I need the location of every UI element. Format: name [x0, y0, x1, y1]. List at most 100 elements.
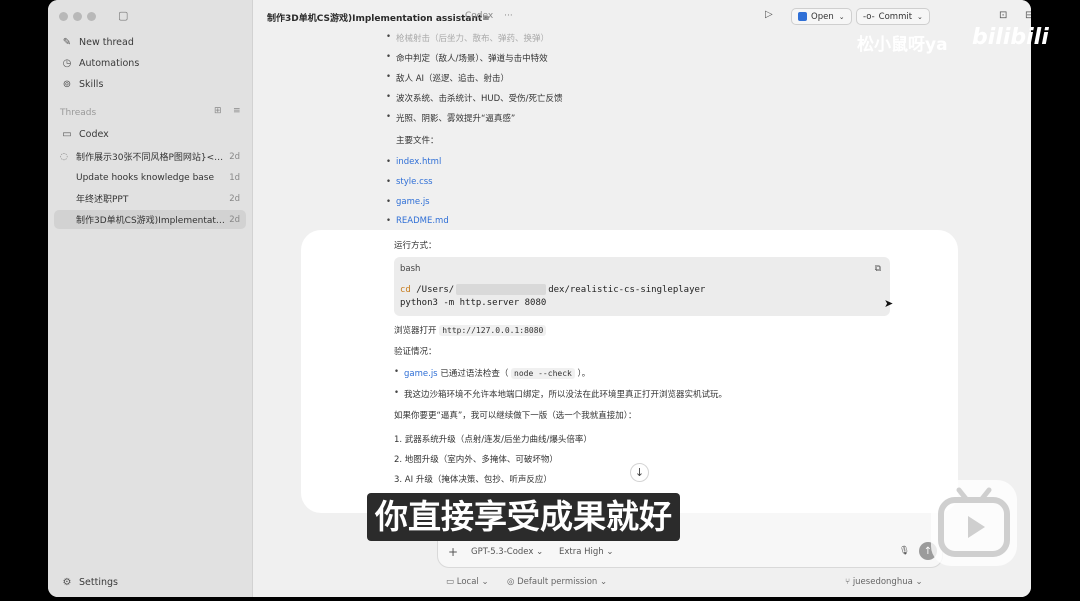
- chevron-down-icon: ⌄: [838, 12, 845, 21]
- list-item: 我这边沙箱环境不允许本地端口绑定，所以没法在此环境里真正打开浏览器实机试玩。: [394, 388, 727, 400]
- list-item: 命中判定（敌人/场景）、弹道与击中特效: [386, 52, 548, 64]
- filter-icon[interactable]: ≡: [233, 106, 241, 116]
- open-button[interactable]: Open ⌄: [791, 8, 852, 25]
- thread-title-heading: 制作3D单机CS游戏)Implementation assistant=: [267, 14, 490, 24]
- followup-text: 如果你要更“逼真”，我可以继续做下一版（选一个我就直接加）：: [394, 411, 637, 421]
- scroll-down-button[interactable]: ↓: [630, 463, 649, 482]
- list-item: 敌人 AI（巡逻、追击、射击）: [386, 72, 509, 84]
- code-keyword: cd: [400, 285, 411, 295]
- list-item: 光照、阴影、雾效提升“逼真感”: [386, 112, 515, 124]
- file-link[interactable]: game.js: [386, 197, 429, 207]
- new-thread-button[interactable]: ✎ New thread: [56, 32, 246, 52]
- sidebar-toggle-icon[interactable]: ▢: [118, 9, 128, 22]
- settings-button[interactable]: ⚙ Settings: [56, 572, 246, 592]
- new-thread-label: New thread: [79, 36, 134, 48]
- thread-age: 1d: [229, 172, 240, 183]
- project-label: Codex: [79, 128, 109, 140]
- zoom-callout: 运行方式： bash ⧉ cd /Users/dex/realistic-cs-…: [301, 230, 958, 513]
- browser-open-line: 浏览器打开 http://127.0.0.1:8080: [394, 324, 547, 336]
- project-codex[interactable]: ▭ Codex: [56, 124, 246, 144]
- environment-selector[interactable]: ▭ Local ⌄: [446, 577, 489, 587]
- code-text: dex/realistic-cs-singleplayer: [548, 285, 706, 295]
- files-heading: 主要文件：: [396, 136, 439, 146]
- file-link[interactable]: index.html: [386, 157, 441, 167]
- option-item: 2. 地图升级（室内外、多掩体、可破坏物）: [394, 455, 558, 465]
- permission-selector[interactable]: ◎ Default permission ⌄: [507, 577, 607, 587]
- skills-label: Skills: [79, 78, 104, 90]
- commit-button[interactable]: -o- Commit ⌄: [856, 8, 930, 25]
- sidebar: ▢ ✎ New thread ◷ Automations ⊚ Skills Th…: [48, 0, 253, 597]
- url-code: http://127.0.0.1:8080: [439, 325, 547, 336]
- watermark: 松小鼠呀ya: [857, 35, 948, 55]
- branch-selector[interactable]: ⑂ juesedonghua ⌄: [845, 577, 923, 587]
- verify-text: ）。: [577, 369, 591, 379]
- code-language: bash: [400, 264, 421, 274]
- window-close-button[interactable]: [59, 12, 68, 21]
- loading-spinner-icon: ◌: [60, 151, 68, 162]
- copy-icon[interactable]: ⧉: [875, 264, 881, 274]
- code-block: bash ⧉ cd /Users/dex/realistic-cs-single…: [394, 257, 890, 316]
- automations-label: Automations: [79, 57, 140, 69]
- add-icon[interactable]: +: [448, 545, 458, 559]
- top-bar: 制作3D单机CS游戏)Implementation assistant= Cod…: [253, 0, 1031, 32]
- browser-open-text: 浏览器打开: [394, 326, 437, 336]
- folder-icon: ▭: [62, 128, 72, 140]
- app-name: Codex ···: [465, 11, 513, 21]
- bilibili-tv-icon: [931, 480, 1017, 566]
- diff-icon[interactable]: ⊟: [1025, 10, 1031, 21]
- thread-item[interactable]: Update hooks knowledge base 1d: [54, 168, 246, 187]
- skills-button[interactable]: ⊚ Skills: [56, 74, 246, 94]
- terminal-icon[interactable]: ⊡: [999, 10, 1007, 21]
- thread-item[interactable]: 年终述职PPT 2d: [54, 189, 246, 208]
- file-link[interactable]: game.js: [404, 369, 438, 379]
- thread-title: 制作3D单机CS游戏)Implementati...: [76, 216, 226, 226]
- app-name-label: Codex: [465, 11, 494, 21]
- open-label: Open: [811, 11, 834, 22]
- list-item: 枪械射击（后坐力、散布、弹药、换弹）: [386, 32, 549, 44]
- thread-title: 制作展示30张不同风格P图网站}<!...: [76, 153, 226, 163]
- command-code: node --check: [511, 368, 575, 379]
- redacted-block: [456, 284, 547, 295]
- window-zoom-button[interactable]: [87, 12, 96, 21]
- chevron-down-icon: ⌄: [917, 12, 923, 21]
- thread-item-active[interactable]: 制作3D单机CS游戏)Implementati... 2d: [54, 210, 246, 229]
- video-subtitle: 你直接享受成果就好: [367, 493, 680, 541]
- list-item: game.js 已通过语法检查（ node --check ）。: [394, 367, 591, 379]
- thread-age: 2d: [229, 214, 240, 225]
- code-text: /Users/: [416, 285, 455, 295]
- option-item: 1. 武器系统升级（点射/连发/后坐力曲线/爆头倍率）: [394, 435, 592, 445]
- option-item: 3. AI 升级（掩体决策、包抄、听声反应）: [394, 475, 552, 485]
- model-selector[interactable]: GPT-5.3-Codex ⌄: [471, 547, 543, 557]
- code-line: cd /Users/dex/realistic-cs-singleplayer: [400, 284, 705, 295]
- new-folder-icon[interactable]: ⊞: [214, 106, 222, 116]
- edit-icon: ✎: [62, 36, 72, 48]
- gear-icon: ⚙: [62, 576, 72, 588]
- verify-text: 已通过语法检查（: [440, 369, 509, 379]
- env-label: Local: [456, 577, 479, 587]
- commit-icon: -o-: [863, 11, 875, 22]
- settings-label: Settings: [79, 576, 118, 588]
- file-link[interactable]: README.md: [386, 216, 449, 226]
- window-minimize-button[interactable]: [73, 12, 82, 21]
- permission-label: Default permission: [517, 577, 598, 587]
- thread-item[interactable]: ◌ 制作展示30张不同风格P图网站}<!... 2d: [54, 147, 246, 166]
- code-line: python3 -m http.server 8080: [400, 298, 547, 308]
- microphone-icon[interactable]: 🎙: [899, 546, 910, 556]
- run-heading: 运行方式：: [394, 241, 437, 251]
- thread-title: 年终述职PPT: [76, 195, 129, 205]
- verify-heading: 验证情况：: [394, 347, 437, 357]
- vscode-icon: [798, 12, 807, 21]
- more-options-icon[interactable]: ···: [504, 11, 513, 21]
- skills-icon: ⊚: [62, 78, 72, 90]
- threads-heading: Threads: [60, 108, 97, 118]
- effort-selector[interactable]: Extra High ⌄: [559, 547, 614, 557]
- automations-button[interactable]: ◷ Automations: [56, 53, 246, 73]
- thread-title: Update hooks knowledge base: [76, 172, 215, 183]
- mouse-cursor-icon: ➤: [884, 297, 894, 310]
- commit-label: Commit: [878, 11, 913, 22]
- model-label: GPT-5.3-Codex: [471, 547, 534, 557]
- play-icon[interactable]: ▷: [765, 9, 773, 20]
- thread-age: 2d: [229, 151, 240, 162]
- branch-label: juesedonghua: [852, 577, 913, 587]
- file-link[interactable]: style.css: [386, 177, 433, 187]
